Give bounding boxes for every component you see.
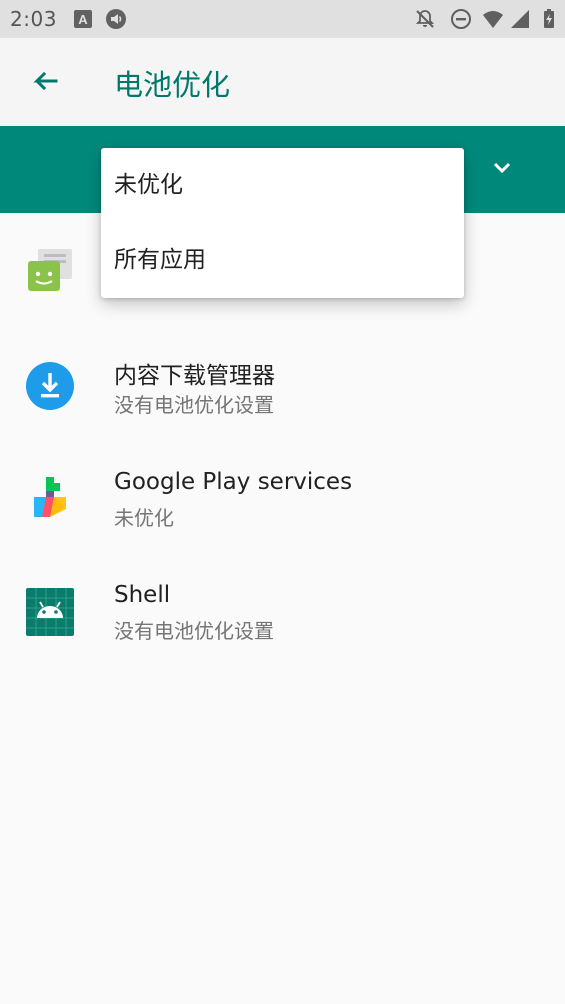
list-item[interactable]: Shell 没有电池优化设置 (0, 552, 565, 665)
download-manager-icon (26, 362, 74, 410)
filter-dropdown-menu: 未优化 所有应用 (101, 148, 464, 298)
signal-icon (511, 10, 529, 28)
media-icon (106, 9, 126, 29)
status-bar: 2:03 A (0, 0, 565, 38)
list-item[interactable]: 内容下载管理器 没有电池优化设置 (0, 326, 565, 439)
svg-text:A: A (78, 12, 88, 27)
page-title: 电池优化 (114, 68, 231, 102)
app-name: 内容下载管理器 (114, 363, 275, 389)
messaging-app-icon (28, 249, 72, 291)
status-time: 2:03 (10, 7, 57, 31)
google-play-services-icon (34, 477, 66, 517)
battery-charging-icon (544, 9, 554, 28)
a11y-icon: A (74, 10, 92, 28)
arrow-back-icon[interactable] (22, 60, 66, 104)
chevron-down-icon[interactable] (484, 150, 520, 186)
dnd-icon (451, 9, 471, 29)
dropdown-option-all-apps[interactable]: 所有应用 (101, 223, 464, 298)
android-shell-icon (26, 588, 74, 636)
app-bar: 电池优化 (0, 38, 565, 126)
app-status: 没有电池优化设置 (114, 393, 274, 417)
notifications-off-icon (415, 10, 435, 28)
app-name: Shell (114, 582, 171, 608)
wifi-icon (483, 11, 503, 28)
list-item[interactable]: Google Play services 未优化 (0, 439, 565, 552)
dropdown-option-not-optimized[interactable]: 未优化 (101, 148, 464, 223)
app-status: 未优化 (114, 506, 174, 530)
app-status: 没有电池优化设置 (114, 619, 274, 643)
app-name: Google Play services (114, 469, 353, 495)
